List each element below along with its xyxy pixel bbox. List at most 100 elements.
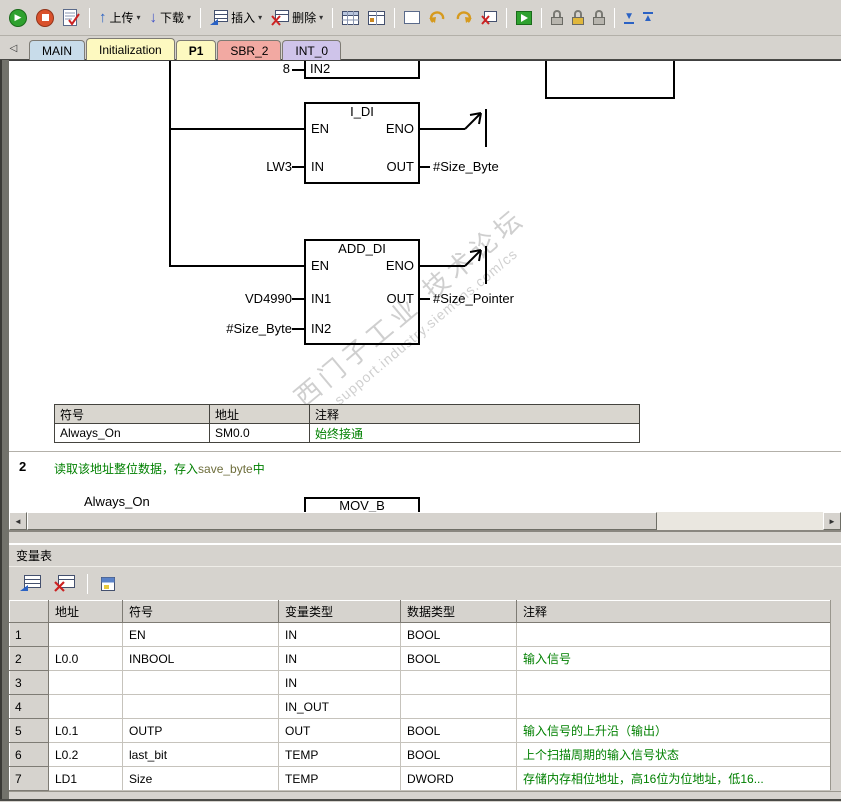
upload-button[interactable]: ↑ 上传 ▾ (95, 5, 145, 31)
horizontal-scrollbar[interactable]: ◄ ► (9, 512, 841, 530)
var-type-cell[interactable]: OUT (278, 718, 401, 743)
insert-row-button[interactable] (16, 571, 45, 597)
operand-value[interactable]: #Size_Pointer (433, 292, 514, 306)
delete-dropdown-icon[interactable]: ▾ (319, 13, 323, 22)
lock-button-1[interactable] (547, 5, 567, 31)
symbol-cell[interactable] (122, 694, 279, 719)
address-cell[interactable] (48, 622, 123, 647)
row-number[interactable]: 3 (9, 670, 49, 695)
address-cell[interactable] (48, 670, 123, 695)
insert-button[interactable]: 插入 ▾ (206, 5, 266, 31)
symbol-cell[interactable]: Size (122, 766, 279, 791)
data-type-cell[interactable] (400, 670, 517, 695)
block-title[interactable]: ADD_DI (304, 242, 420, 256)
contact-label[interactable]: Always_On (84, 495, 150, 509)
symtable-comment[interactable]: 始终接通 (309, 423, 640, 443)
tab-main[interactable]: MAIN (29, 40, 85, 60)
view-chart-button[interactable] (364, 5, 389, 31)
operand-value[interactable]: LW3 (204, 160, 292, 174)
sort-button[interactable] (96, 571, 120, 597)
delete-button[interactable]: 删除 ▾ (267, 5, 327, 31)
data-type-cell[interactable]: DWORD (400, 766, 517, 791)
var-type-cell[interactable]: IN (278, 670, 401, 695)
row-number[interactable]: 7 (9, 766, 49, 791)
comment-cell[interactable]: 存储内存相位地址，高16位为位地址，低16... (516, 766, 831, 791)
var-type-cell[interactable]: IN_OUT (278, 694, 401, 719)
network2-number[interactable]: 2 (19, 459, 26, 474)
address-cell[interactable]: L0.2 (48, 742, 123, 767)
insert-dropdown-icon[interactable]: ▾ (258, 13, 262, 22)
tab-sbr2[interactable]: SBR_2 (217, 40, 282, 60)
row-number[interactable]: 1 (9, 622, 49, 647)
row-number[interactable]: 2 (9, 646, 49, 671)
comment-cell[interactable]: 输入信号的上升沿（输出） (516, 718, 831, 743)
ladder-canvas[interactable]: 西门子工业 技术论坛 support.industry.siemens.com/… (9, 61, 841, 513)
row-number[interactable]: 5 (9, 718, 49, 743)
view-table-button[interactable] (338, 5, 363, 31)
address-cell[interactable]: L0.0 (48, 646, 123, 671)
data-type-cell[interactable]: BOOL (400, 622, 517, 647)
block-fragment[interactable] (545, 61, 675, 99)
jump-up-button[interactable]: ▲ (639, 5, 657, 31)
lock-button-3[interactable] (589, 5, 609, 31)
redo-button[interactable] (451, 5, 476, 31)
row-number[interactable]: 4 (9, 694, 49, 719)
panel-splitter[interactable] (9, 530, 841, 544)
network2-comment[interactable]: 读取该地址整位数据，存入save_byte中 (54, 460, 265, 477)
stop-button[interactable] (32, 5, 58, 31)
var-type-cell[interactable]: TEMP (278, 742, 401, 767)
block-title[interactable]: MOV_B (304, 499, 420, 513)
symbol-cell[interactable]: last_bit (122, 742, 279, 767)
symtable-address[interactable]: SM0.0 (209, 423, 310, 443)
var-type-cell[interactable]: IN (278, 646, 401, 671)
symbol-cell[interactable]: OUTP (122, 718, 279, 743)
undo-button[interactable] (425, 5, 450, 31)
var-type-cell[interactable]: TEMP (278, 766, 401, 791)
address-cell[interactable]: LD1 (48, 766, 123, 791)
delete-row-button[interactable] (50, 571, 79, 597)
compile-button[interactable] (59, 5, 84, 31)
comment-cell[interactable] (516, 694, 831, 719)
scroll-right-button[interactable]: ► (823, 512, 841, 530)
download-dropdown-icon[interactable]: ▾ (187, 13, 191, 22)
var-type-cell[interactable]: IN (278, 622, 401, 647)
lock-button-2[interactable] (568, 5, 588, 31)
go-button[interactable] (512, 5, 536, 31)
scroll-left-button[interactable]: ◄ (9, 512, 27, 530)
new-network-button[interactable] (400, 5, 424, 31)
data-type-cell[interactable]: BOOL (400, 718, 517, 743)
comment-cell[interactable]: 上个扫描周期的输入信号状态 (516, 742, 831, 767)
jump-down-button[interactable]: ▼ (620, 5, 638, 31)
address-cell[interactable] (48, 694, 123, 719)
address-cell[interactable]: L0.1 (48, 718, 123, 743)
run-button[interactable]: ▶ (5, 5, 31, 31)
operand-value[interactable]: #Size_Byte (433, 160, 499, 174)
tab-initialization[interactable]: Initialization (86, 38, 175, 60)
scrollbar-track[interactable] (657, 512, 823, 530)
scrollbar-thumb[interactable] (27, 512, 657, 530)
data-type-cell[interactable]: BOOL (400, 742, 517, 767)
symbol-cell[interactable]: EN (122, 622, 279, 647)
port-label[interactable]: IN2 (310, 62, 330, 76)
row-number[interactable]: 6 (9, 742, 49, 767)
download-button[interactable]: ↓ 下载 ▾ (146, 5, 196, 31)
operand-value[interactable]: #Size_Byte (194, 322, 292, 336)
block-title[interactable]: I_DI (304, 105, 420, 119)
symbol-cell[interactable]: INBOOL (122, 646, 279, 671)
symbol-cell[interactable] (122, 670, 279, 695)
comment-cell[interactable] (516, 622, 831, 647)
vertical-scrollbar[interactable] (830, 600, 841, 790)
symtable-symbol[interactable]: Always_On (54, 423, 210, 443)
comment-cell[interactable] (516, 670, 831, 695)
tab-int0[interactable]: INT_0 (282, 40, 342, 60)
upload-dropdown-icon[interactable]: ▾ (137, 13, 141, 22)
ladder-editor[interactable]: 西门子工业 技术论坛 support.industry.siemens.com/… (9, 60, 841, 530)
data-type-cell[interactable] (400, 694, 517, 719)
data-type-cell[interactable]: BOOL (400, 646, 517, 671)
comment-cell[interactable]: 输入信号 (516, 646, 831, 671)
clear-button[interactable] (477, 5, 501, 31)
operand-value[interactable]: VD4990 (204, 292, 292, 306)
collapse-tabs-button[interactable]: ◁ (6, 41, 21, 56)
operand-value[interactable]: 8 (252, 62, 290, 76)
tab-p1[interactable]: P1 (175, 40, 217, 60)
